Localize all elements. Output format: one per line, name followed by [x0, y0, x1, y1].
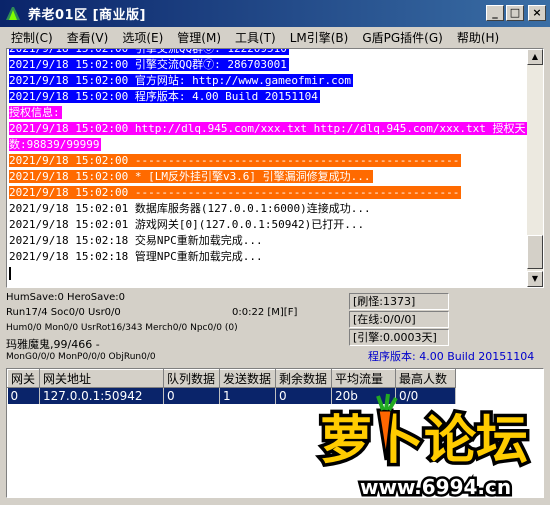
log-line-text: 授权信息: — [9, 106, 62, 119]
menu-help[interactable]: 帮助(H) — [450, 29, 506, 46]
log-scrollbar[interactable]: ▲ ▼ — [527, 49, 543, 287]
menu-bar: 控制(C) 查看(V) 选项(E) 管理(M) 工具(T) LM引擎(B) G盾… — [0, 27, 550, 47]
log-line: 2021/9/18 15:02:00 ---------------------… — [9, 153, 527, 169]
log-line: 2021/9/18 15:02:00 官方网站: http://www.game… — [9, 73, 527, 89]
status-monster-groups: MonG0/0/0 MonP0/0/0 ObjRun0/0 — [6, 352, 156, 362]
log-line-text: 2021/9/18 15:02:00 程序版本: 4.00 Build 2015… — [9, 90, 320, 103]
log-line: 2021/9/18 15:02:18 交易NPC重新加载完成... — [9, 233, 527, 249]
log-line: 2021/9/18 15:02:00 ---------------------… — [9, 185, 527, 201]
log-line: 2021/9/18 15:02:01 游戏网关[0](127.0.0.1:509… — [9, 217, 527, 233]
status-counts: Hum0/0 Mon0/0 UsrRot16/343 Merch0/0 Npc0… — [6, 323, 238, 333]
cell-queue: 0 — [163, 387, 220, 404]
version-label: 程序版本: 4.00 Build 20151104 — [368, 350, 535, 363]
cell-sent: 1 — [219, 387, 276, 404]
close-button[interactable]: × — [528, 5, 546, 21]
log-line-text: 2021/9/18 15:02:00 引擎交流QQ群⑥: 122209510 — [9, 49, 289, 55]
log-line-text: 2021/9/18 15:02:01 数据库服务器(127.0.0.1:6000… — [9, 202, 371, 215]
log-caret-line — [9, 265, 527, 281]
column-header-gateway[interactable]: 网关 — [7, 369, 40, 388]
status-save: HumSave:0 HeroSave:0 — [6, 292, 126, 303]
scroll-down-icon[interactable]: ▼ — [527, 271, 543, 287]
log-line-text: 2021/9/18 15:02:00 ---------------------… — [9, 154, 462, 167]
watermark-logo: 萝卜论坛 www.6994.cn — [300, 388, 550, 503]
cell-gateway: 0 — [7, 387, 40, 404]
log-line: 2021/9/18 15:02:00 程序版本: 4.00 Build 2015… — [9, 89, 527, 105]
scroll-thumb[interactable] — [527, 235, 543, 269]
menu-tools[interactable]: 工具(T) — [228, 29, 283, 46]
menu-options[interactable]: 选项(E) — [115, 29, 170, 46]
log-line: 2021/9/18 15:02:18 管理NPC重新加载完成... — [9, 249, 527, 265]
column-header-queue[interactable]: 队列数据 — [163, 369, 220, 388]
status-area: HumSave:0 HeroSave:0 Run17/4 Soc0/0 Usr0… — [6, 290, 546, 366]
log-line-text: 2021/9/18 15:02:00 http://dlq.945.com/xx… — [9, 122, 528, 135]
log-line: 授权信息: — [9, 105, 527, 121]
status-run: Run17/4 Soc0/0 Usr0/0 — [6, 307, 121, 318]
app-icon[interactable] — [4, 5, 22, 23]
scroll-up-icon[interactable]: ▲ — [527, 49, 543, 65]
watermark-url: www.6994.cn — [360, 475, 511, 499]
window-controls: _ □ × — [486, 5, 546, 21]
refresh-monster-box: [刷怪:1373] — [349, 293, 449, 310]
menu-view[interactable]: 查看(V) — [60, 29, 116, 46]
table-header: 网关 网关地址 队列数据 发送数据 剩余数据 平均流量 最高人数 — [7, 369, 456, 388]
cell-address: 127.0.0.1:50942 — [39, 387, 164, 404]
column-header-sent[interactable]: 发送数据 — [219, 369, 276, 388]
log-line: 数:98839/99999 — [9, 137, 527, 153]
log-line: 2021/9/18 15:02:00 http://dlq.945.com/xx… — [9, 121, 528, 137]
status-monster: 玛雅魔鬼,99/466 - — [6, 338, 100, 351]
engine-box: [引擎:0.0003天] — [349, 329, 449, 346]
text-caret — [9, 266, 11, 280]
minimize-button[interactable]: _ — [486, 5, 504, 21]
log-line-text: 2021/9/18 15:02:18 交易NPC重新加载完成... — [9, 234, 263, 247]
log-panel[interactable]: 2021/9/18 15:02:00 引擎交流QQ群⑥: 122209510 20… — [6, 48, 544, 288]
column-header-avg-traffic[interactable]: 平均流量 — [331, 369, 396, 388]
log-line-text: 数:98839/99999 — [9, 138, 102, 151]
column-header-max-users[interactable]: 最高人数 — [395, 369, 456, 388]
watermark-brand: 萝卜论坛 — [320, 411, 528, 471]
column-header-address[interactable]: 网关地址 — [39, 369, 164, 388]
log-line: 2021/9/18 15:02:00 引擎交流QQ群⑦: 286703001 — [9, 57, 527, 73]
log-text: 2021/9/18 15:02:00 引擎交流QQ群⑥: 122209510 20… — [9, 49, 528, 281]
window-title: 养老01区 [商业版] — [28, 8, 146, 23]
log-line-text: 2021/9/18 15:02:00 ---------------------… — [9, 186, 462, 199]
log-line: 2021/9/18 15:02:00 引擎交流QQ群⑥: 122209510 — [9, 49, 527, 57]
menu-lm-engine[interactable]: LM引擎(B) — [283, 29, 356, 46]
menu-gdun-plugin[interactable]: G盾PG插件(G) — [355, 29, 450, 46]
online-box: [在线:0/0/0] — [349, 311, 449, 328]
menu-control[interactable]: 控制(C) — [4, 29, 60, 46]
status-timer: 0:0:22 [M][F] — [232, 307, 298, 318]
log-line-text: 2021/9/18 15:02:18 管理NPC重新加载完成... — [9, 250, 263, 263]
maximize-button[interactable]: □ — [506, 5, 524, 21]
log-line-text: 2021/9/18 15:02:01 游戏网关[0](127.0.0.1:509… — [9, 218, 365, 231]
log-line: 2021/9/18 15:02:01 数据库服务器(127.0.0.1:6000… — [9, 201, 527, 217]
log-line-text: 2021/9/18 15:02:00 引擎交流QQ群⑦: 286703001 — [9, 58, 289, 71]
title-bar[interactable]: 养老01区 [商业版] _ □ × — [0, 0, 550, 27]
log-line: 2021/9/18 15:02:00 * [LM反外挂引擎v3.6] 引擎漏洞修… — [9, 169, 527, 185]
menu-manage[interactable]: 管理(M) — [170, 29, 228, 46]
column-header-remaining[interactable]: 剩余数据 — [275, 369, 332, 388]
log-line-text: 2021/9/18 15:02:00 * [LM反外挂引擎v3.6] 引擎漏洞修… — [9, 170, 373, 183]
log-line-text: 2021/9/18 15:02:00 官方网站: http://www.game… — [9, 74, 354, 87]
